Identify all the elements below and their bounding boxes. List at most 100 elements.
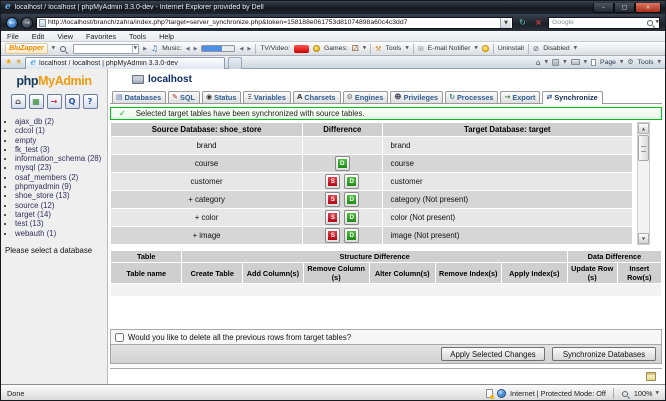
address-input[interactable] — [48, 18, 498, 28]
toolbar-brand[interactable]: BluZapper — [5, 43, 48, 54]
print-icon[interactable] — [571, 59, 580, 65]
tab-synchronize[interactable]: ⇄Synchronize — [542, 91, 602, 104]
data-difference-button[interactable]: D — [344, 174, 359, 189]
data-difference-button[interactable]: D — [335, 156, 350, 171]
tools-dropdown-icon[interactable]: ▼ — [405, 46, 408, 51]
apply-selected-changes-button[interactable]: Apply Selected Changes — [441, 347, 545, 361]
next-track-icon[interactable]: ▶ — [194, 46, 198, 52]
tab-processes[interactable]: ↻Processes — [445, 91, 498, 103]
zoom-dropdown-icon[interactable]: ▼ — [656, 391, 659, 396]
dice-icon[interactable]: ⚂ — [352, 44, 359, 53]
home-dropdown-icon[interactable]: ▼ — [545, 60, 548, 65]
play-icon[interactable]: ▶ — [143, 46, 147, 52]
refresh-button[interactable]: ↻ — [516, 17, 529, 29]
browser-tab[interactable]: e localhost / localhost | phpMyAdmin 3.3… — [25, 57, 225, 69]
search-dropdown-icon[interactable]: ▼ — [656, 20, 659, 25]
previous-track-icon[interactable]: ◀ — [186, 46, 190, 52]
tools-menu-dropdown-icon[interactable]: ▼ — [658, 60, 661, 65]
database-link[interactable]: source (12) — [15, 201, 54, 210]
tab-privileges[interactable]: ☻Privileges — [390, 91, 443, 103]
rss-feed-icon[interactable] — [552, 59, 559, 66]
search-input[interactable] — [552, 18, 646, 28]
toolbar-search-field[interactable]: ▼ — [73, 44, 139, 54]
address-dropdown-icon[interactable]: ▼ — [500, 18, 511, 28]
feed-dropdown-icon[interactable]: ▼ — [563, 60, 566, 65]
database-link[interactable]: target (14) — [15, 210, 51, 219]
disabled-dropdown-icon[interactable]: ▼ — [574, 46, 577, 51]
database-link[interactable]: osaf_members (2) — [15, 173, 78, 182]
print-dropdown-icon[interactable]: ▼ — [584, 60, 587, 65]
pma-window-icon[interactable] — [646, 372, 656, 381]
menu-view[interactable]: View — [57, 32, 73, 41]
structure-difference-button[interactable]: S — [325, 228, 340, 243]
new-tab-button[interactable] — [228, 57, 242, 69]
games-dropdown-icon[interactable]: ▼ — [363, 46, 366, 51]
search-icon[interactable] — [647, 20, 653, 26]
page-menu[interactable]: Page — [600, 59, 616, 66]
menu-favorites[interactable]: Favorites — [86, 32, 116, 41]
menu-file[interactable]: File — [7, 32, 19, 41]
home-icon[interactable]: ⌂ — [11, 94, 26, 109]
menu-help[interactable]: Help — [159, 32, 174, 41]
database-link[interactable]: phpmyadmin (9) — [15, 182, 71, 191]
database-link[interactable]: information_schema (28) — [15, 154, 101, 163]
mysql-docs-icon[interactable]: ? — [83, 94, 98, 109]
scroll-up-icon[interactable]: ▲ — [638, 123, 649, 134]
structure-difference-button[interactable]: S — [325, 210, 340, 225]
menu-tools[interactable]: Tools — [129, 32, 146, 41]
minimize-button[interactable]: – — [593, 3, 614, 13]
zoom-control[interactable]: 100% ▼ — [621, 389, 659, 398]
email-dropdown-icon[interactable]: ▼ — [474, 46, 477, 51]
brand-dropdown-icon[interactable]: ▼ — [52, 46, 55, 51]
uninstall-button[interactable]: Uninstall — [498, 45, 524, 52]
database-link[interactable]: fk_test (3) — [15, 145, 50, 154]
tab-status[interactable]: ◉Status — [202, 91, 241, 103]
database-link[interactable]: webauth (1) — [15, 229, 56, 238]
maximize-button[interactable]: ▢ — [614, 3, 635, 13]
music-progress-slider[interactable] — [201, 45, 235, 52]
structure-difference-button[interactable]: S — [325, 174, 340, 189]
favorites-star-icon[interactable]: ★ — [5, 58, 12, 66]
database-link[interactable]: cdcol (1) — [15, 126, 45, 135]
synchronize-databases-button[interactable]: Synchronize Databases — [552, 347, 656, 361]
log-out-icon[interactable]: → — [47, 94, 62, 109]
database-link[interactable]: shoe_store (13) — [15, 191, 70, 200]
database-link[interactable]: test (13) — [15, 219, 44, 228]
database-link[interactable]: mysql (23) — [15, 163, 51, 172]
forward-button[interactable]: → — [21, 17, 33, 29]
tab-engines[interactable]: ⚙Engines — [343, 91, 389, 103]
scroll-down-icon[interactable]: ▼ — [638, 233, 649, 244]
database-link[interactable]: ajax_db (2) — [15, 117, 54, 126]
toolbar-search-icon[interactable] — [60, 46, 66, 52]
back-button[interactable]: ← — [6, 17, 18, 29]
phpmyadmin-docs-icon[interactable]: Q — [65, 94, 80, 109]
page-dropdown-icon[interactable]: ▼ — [620, 60, 623, 65]
tab-sql[interactable]: ✎SQL — [168, 91, 200, 103]
volume-up-icon[interactable]: ▶ — [247, 46, 251, 52]
add-favorite-icon[interactable]: ★ — [15, 58, 22, 66]
close-button[interactable]: × — [635, 3, 661, 13]
home-icon[interactable]: ⌂ — [536, 58, 541, 67]
phpmyadmin-logo[interactable]: phpMyAdmin — [1, 74, 107, 88]
disabled-menu[interactable]: Disabled — [543, 45, 569, 52]
youtube-icon[interactable] — [294, 45, 309, 53]
tab-variables[interactable]: ΞVariables — [243, 91, 291, 103]
tab-export[interactable]: →Export — [500, 91, 540, 103]
data-difference-button[interactable]: D — [344, 210, 359, 225]
delete-rows-checkbox[interactable] — [115, 333, 124, 342]
toolbar-tools-menu[interactable]: Tools — [385, 45, 401, 52]
tools-menu[interactable]: Tools — [638, 59, 654, 66]
scrollbar-thumb[interactable] — [638, 135, 649, 161]
volume-down-icon[interactable]: ◀ — [239, 46, 243, 52]
stop-button[interactable]: × — [532, 17, 545, 29]
menu-edit[interactable]: Edit — [32, 32, 45, 41]
structure-difference-button[interactable]: S — [325, 192, 340, 207]
database-link[interactable]: empty — [15, 136, 36, 145]
data-difference-button[interactable]: D — [344, 192, 359, 207]
toolbar-search-dropdown-icon[interactable]: ▼ — [132, 45, 138, 53]
vertical-scrollbar[interactable]: ▲ ▼ — [637, 122, 650, 245]
tab-databases[interactable]: ▤Databases — [112, 91, 166, 103]
tab-charsets[interactable]: ACharsets — [293, 91, 341, 103]
data-difference-button[interactable]: D — [344, 228, 359, 243]
email-notifier-menu[interactable]: E-mail Notifier — [428, 45, 471, 52]
